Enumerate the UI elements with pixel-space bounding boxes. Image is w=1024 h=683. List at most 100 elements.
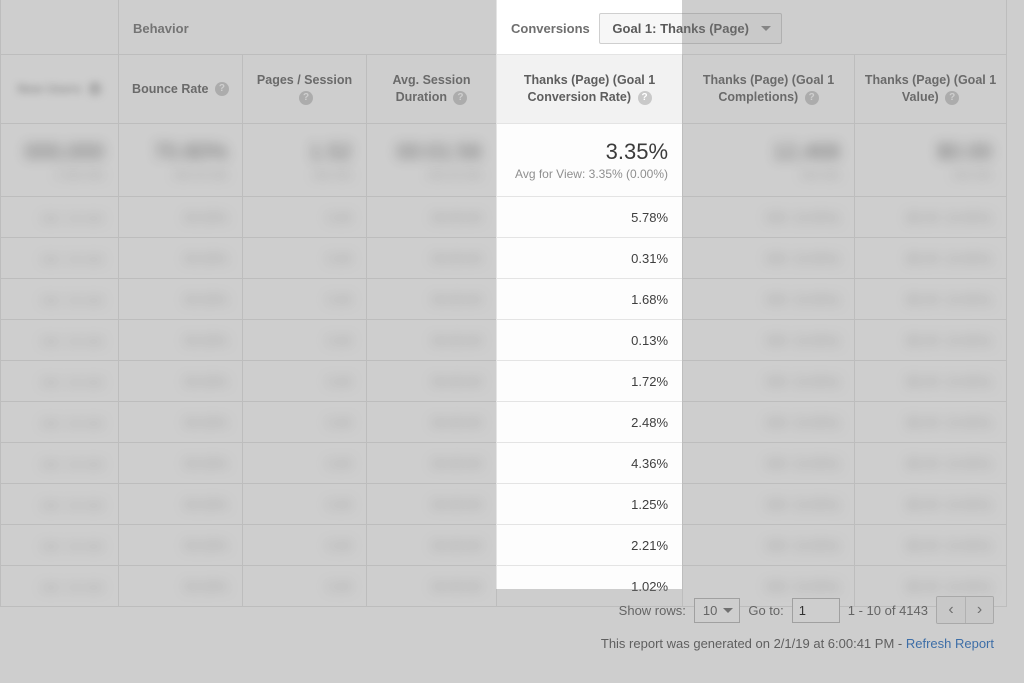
- cell-pages-session: 0.00: [243, 279, 367, 320]
- cell-goal-cr: 1.68%: [497, 279, 683, 320]
- cell-pages-session: 0.00: [243, 361, 367, 402]
- cell-goal-comp: 000 (0.00%): [683, 525, 855, 566]
- cell-goal-cr: 0.31%: [497, 238, 683, 279]
- goal-select[interactable]: Goal 1: Thanks (Page): [599, 13, 782, 44]
- cell-goal-cr-value: 2.48%: [631, 415, 668, 430]
- sum-goal-comp: 12,468xxx xxx: [683, 124, 855, 197]
- cell-new-users: xxx xx xxx: [1, 525, 119, 566]
- analytics-table: Behavior Conversions Goal 1: Thanks (Pag…: [0, 0, 1007, 607]
- prev-page-button[interactable]: ‹: [937, 597, 965, 623]
- refresh-report-link[interactable]: Refresh Report: [906, 636, 994, 651]
- help-icon[interactable]: ?: [299, 91, 313, 105]
- cell-new-users: xxx xx xxx: [1, 279, 119, 320]
- cell-avg-session: 00:00:00: [367, 402, 497, 443]
- cell-new-users: xxx xx xxx: [1, 197, 119, 238]
- table-footer: Show rows: 10 Go to: 1 - 10 of 4143 ‹ ›: [619, 596, 994, 624]
- cell-goal-cr: 1.72%: [497, 361, 683, 402]
- cell-goal-comp: 000 (0.00%): [683, 402, 855, 443]
- cell-new-users: xxx xx xxx: [1, 320, 119, 361]
- cell-new-users: xxx xx xxx: [1, 566, 119, 607]
- cell-goal-comp: 000 (0.00%): [683, 484, 855, 525]
- cell-avg-session: 00:00:00: [367, 566, 497, 607]
- cell-new-users: xxx xx xxx: [1, 484, 119, 525]
- sum-goal-value: $0.00xxx xxx: [855, 124, 1007, 197]
- cell-goal-value: $0.00 (0.00%): [855, 279, 1007, 320]
- cell-goal-comp: 000 (0.00%): [683, 320, 855, 361]
- cell-bounce-rate: 00.00%: [119, 525, 243, 566]
- cell-avg-session: 00:00:00: [367, 279, 497, 320]
- col-new-users-label: New Users: [17, 82, 81, 96]
- conversions-label: Conversions Goal 1: Thanks (Page): [497, 5, 1006, 50]
- range-label: 1 - 10 of 4143: [848, 603, 928, 618]
- help-icon[interactable]: ?: [945, 91, 959, 105]
- cell-pages-session: 0.00: [243, 525, 367, 566]
- cell-new-users: xxx xx xxx: [1, 361, 119, 402]
- section-conversions: Conversions Goal 1: Thanks (Page): [497, 0, 1007, 55]
- cell-goal-cr: 2.21%: [497, 525, 683, 566]
- cell-goal-cr-value: 1.72%: [631, 374, 668, 389]
- section-behavior: Behavior: [119, 0, 497, 55]
- cell-bounce-rate: 00.00%: [119, 361, 243, 402]
- cell-new-users: xxx xx xxx: [1, 238, 119, 279]
- cell-goal-cr-value: 5.78%: [631, 210, 668, 225]
- table-row: xxx xx xxx00.00%0.0000:00:000.31%000 (0.…: [1, 238, 1007, 279]
- cell-goal-cr: 4.36%: [497, 443, 683, 484]
- sum-goal-cr-big: 3.35%: [497, 139, 668, 165]
- cell-bounce-rate: 00.00%: [119, 197, 243, 238]
- cell-goal-value: $0.00 (0.00%): [855, 484, 1007, 525]
- conversions-text: Conversions: [511, 21, 590, 36]
- table-row: xxx xx xxx00.00%0.0000:00:001.72%000 (0.…: [1, 361, 1007, 402]
- cell-avg-session: 00:00:00: [367, 320, 497, 361]
- sum-avg-session: 00:01:56xxx xx xxx: [367, 124, 497, 197]
- section-header-row: Behavior Conversions Goal 1: Thanks (Pag…: [1, 0, 1007, 55]
- col-goal-comp[interactable]: Thanks (Page) (Goal 1 Completions) ?: [683, 55, 855, 124]
- table-row: xxx xx xxx00.00%0.0000:00:005.78%000 (0.…: [1, 197, 1007, 238]
- cell-pages-session: 0.00: [243, 484, 367, 525]
- cell-goal-cr: 5.78%: [497, 197, 683, 238]
- cell-goal-cr: 0.13%: [497, 320, 683, 361]
- col-pages-session[interactable]: Pages / Session ?: [243, 55, 367, 124]
- cell-goal-cr-value: 1.02%: [631, 579, 668, 594]
- goto-input[interactable]: [792, 598, 840, 623]
- table-row: xxx xx xxx00.00%0.0000:00:002.21%000 (0.…: [1, 525, 1007, 566]
- cell-goal-value: $0.00 (0.00%): [855, 525, 1007, 566]
- next-page-button[interactable]: ›: [965, 597, 993, 623]
- col-bounce-rate[interactable]: Bounce Rate ?: [119, 55, 243, 124]
- cell-goal-comp: 000 (0.00%): [683, 443, 855, 484]
- cell-bounce-rate: 00.00%: [119, 484, 243, 525]
- cell-goal-comp: 000 (0.00%): [683, 279, 855, 320]
- col-goal-cr[interactable]: Thanks (Page) (Goal 1 Conversion Rate) ?: [497, 55, 683, 124]
- cell-bounce-rate: 00.00%: [119, 566, 243, 607]
- help-icon[interactable]: ?: [805, 91, 819, 105]
- behavior-label: Behavior: [119, 13, 496, 42]
- cell-new-users: xxx xx xxx: [1, 402, 119, 443]
- cell-goal-comp: 000 (0.00%): [683, 238, 855, 279]
- table-row: xxx xx xxx00.00%0.0000:00:001.25%000 (0.…: [1, 484, 1007, 525]
- cell-pages-session: 0.00: [243, 443, 367, 484]
- show-rows-select[interactable]: 10: [694, 598, 740, 623]
- column-header-row: New Users ? Bounce Rate ? Pages / Sessio…: [1, 55, 1007, 124]
- cell-goal-cr-value: 0.13%: [631, 333, 668, 348]
- col-goal-value-label: Thanks (Page) (Goal 1 Value): [865, 73, 996, 104]
- cell-avg-session: 00:00:00: [367, 238, 497, 279]
- sum-pages-session: 1.52xxx xxx: [243, 124, 367, 197]
- help-icon[interactable]: ?: [638, 91, 652, 105]
- cell-pages-session: 0.00: [243, 238, 367, 279]
- help-icon[interactable]: ?: [88, 82, 102, 96]
- table-row: xxx xx xxx00.00%0.0000:00:001.68%000 (0.…: [1, 279, 1007, 320]
- help-icon[interactable]: ?: [453, 91, 467, 105]
- cell-avg-session: 00:00:00: [367, 197, 497, 238]
- col-avg-session[interactable]: Avg. Session Duration ?: [367, 55, 497, 124]
- col-goal-value[interactable]: Thanks (Page) (Goal 1 Value) ?: [855, 55, 1007, 124]
- cell-goal-cr-value: 1.25%: [631, 497, 668, 512]
- table-row: xxx xx xxx00.00%0.0000:00:004.36%000 (0.…: [1, 443, 1007, 484]
- cell-goal-cr-value: 2.21%: [631, 538, 668, 553]
- cell-goal-value: $0.00 (0.00%): [855, 197, 1007, 238]
- help-icon[interactable]: ?: [215, 82, 229, 96]
- cell-goal-cr: 1.25%: [497, 484, 683, 525]
- show-rows-label: Show rows:: [619, 603, 686, 618]
- cell-goal-cr-value: 1.68%: [631, 292, 668, 307]
- col-new-users[interactable]: New Users ?: [1, 55, 119, 124]
- pager: ‹ ›: [936, 596, 994, 624]
- cell-new-users: xxx xx xxx: [1, 443, 119, 484]
